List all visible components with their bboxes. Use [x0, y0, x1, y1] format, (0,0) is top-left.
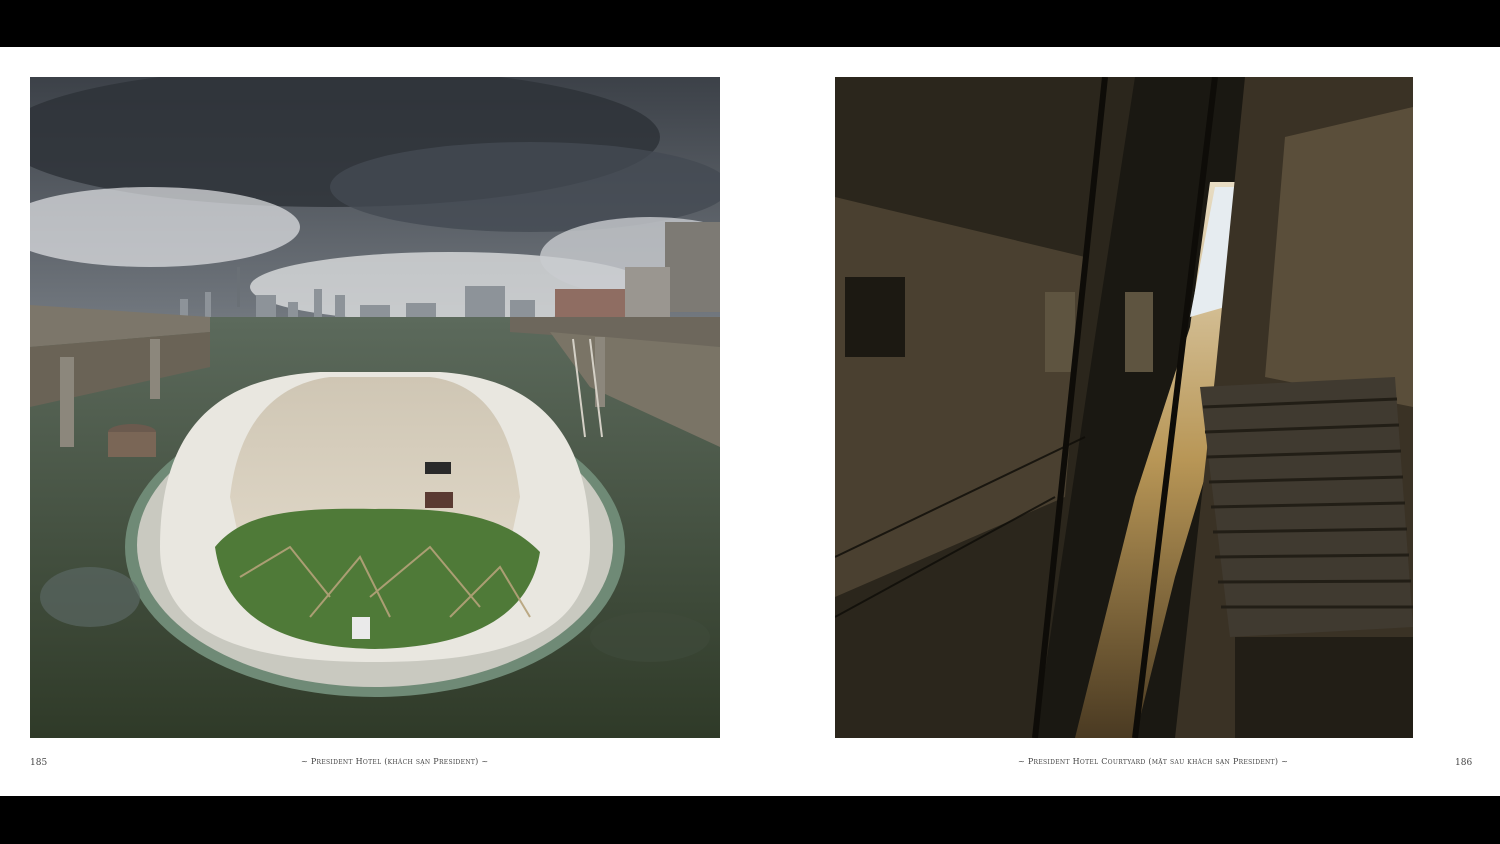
page-number-right: 186 [1455, 758, 1473, 768]
photo-caption-right: ~ President Hotel Courtyard (mặt sau khá… [1018, 757, 1289, 766]
book-spread: 185 ~ President Hotel (khách sạn Preside… [0, 47, 1500, 796]
rooftop-pool-photo [30, 77, 720, 738]
page-number-left: 185 [30, 758, 48, 768]
photo-caption-left: ~ President Hotel (khách sạn President) … [301, 757, 489, 766]
courtyard-photo [835, 77, 1413, 738]
